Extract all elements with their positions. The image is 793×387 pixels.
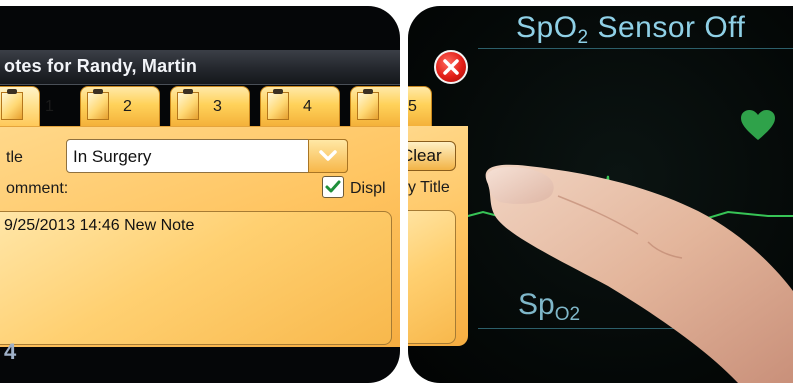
comment-textarea-edge[interactable] — [408, 210, 456, 344]
tab-label: 4 — [303, 98, 312, 115]
tab-4[interactable]: 4 — [260, 86, 340, 126]
note-icon — [177, 89, 199, 120]
background-number: 4 — [4, 339, 17, 364]
title-dropdown-button[interactable] — [308, 139, 348, 173]
tab-5[interactable] — [350, 86, 400, 126]
stage: otes for Randy, Martin 1 2 3 4 tle In Su… — [0, 0, 793, 387]
note-icon — [357, 89, 379, 120]
check-icon — [325, 180, 341, 193]
title-label: tle — [6, 149, 23, 166]
tab-5-edge[interactable]: 5 — [408, 86, 432, 126]
display-title-checkbox[interactable] — [322, 176, 344, 198]
comment-textarea[interactable]: 9/25/2013 14:46 New Note — [0, 211, 392, 345]
tab-3[interactable]: 3 — [170, 86, 250, 126]
note-icon — [87, 89, 109, 120]
display-title-label: Displ — [350, 180, 386, 197]
tab-label: 3 — [213, 98, 222, 115]
title-combobox[interactable]: In Surgery — [66, 139, 348, 173]
clear-button[interactable]: Clear — [408, 141, 456, 171]
close-button[interactable] — [434, 50, 468, 84]
dialog-titlebar: otes for Randy, Martin — [0, 50, 400, 85]
chevron-down-icon — [319, 150, 337, 161]
comment-text: 9/25/2013 14:46 New Note — [4, 217, 195, 234]
dialog-title: otes for Randy, Martin — [4, 56, 198, 76]
tab-label: 2 — [123, 98, 132, 115]
notes-tabs: 1 2 3 4 — [0, 86, 400, 126]
close-icon — [443, 59, 459, 75]
comment-label: omment: — [6, 180, 69, 197]
note-icon — [267, 89, 289, 120]
note-form-edge: Clear y Title — [408, 126, 468, 346]
title-value: In Surgery — [73, 147, 152, 166]
tab-2[interactable]: 2 — [80, 86, 160, 126]
tab-label: 5 — [408, 98, 417, 115]
display-title-suffix: y Title — [408, 179, 450, 196]
note-icon — [1, 89, 23, 120]
note-form: tle In Surgery omment: Displ 9/25/2013 1… — [0, 126, 400, 347]
tab-label: 1 — [45, 98, 54, 115]
clear-label: Clear — [408, 146, 442, 165]
notes-panel: otes for Randy, Martin 1 2 3 4 tle In Su… — [0, 6, 400, 383]
tab-1[interactable]: 1 — [0, 86, 54, 126]
